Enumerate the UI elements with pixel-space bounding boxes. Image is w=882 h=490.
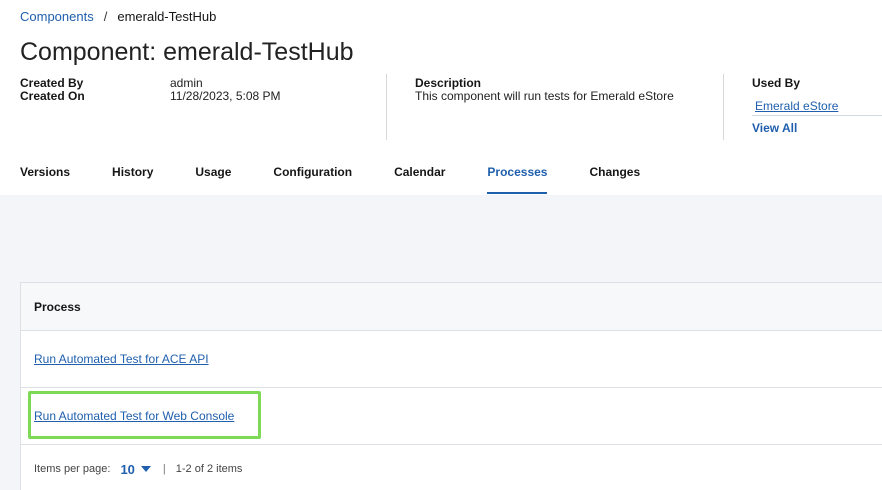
meta-divider [723,74,724,140]
breadcrumb-components-link[interactable]: Components [20,9,94,24]
pager-range: 1-2 of 2 items [175,463,243,475]
breadcrumb-current: emerald-TestHub [117,9,217,24]
view-all-link[interactable]: View All [752,122,882,135]
pagination: Items per page: 10 | 1-2 of 2 items [21,445,882,490]
tab-calendar[interactable]: Calendar [394,158,445,194]
pager-separator: | [162,463,166,475]
process-link[interactable]: Run Automated Test for Web Console [34,409,234,423]
process-table: Process Run Automated Test for ACE API R… [20,282,882,490]
tab-usage[interactable]: Usage [195,158,231,194]
meta-used-by: Used By Emerald eStore View All [752,77,882,135]
table-row: Run Automated Test for ACE API [21,331,882,388]
tab-changes[interactable]: Changes [589,158,640,194]
meta-divider [386,74,387,140]
table-row: Run Automated Test for Web Console [21,388,882,445]
created-on-value: 11/28/2023, 5:08 PM [170,89,281,103]
page-title: Component: emerald-TestHub [20,38,354,66]
used-by-link[interactable]: Emerald eStore [752,98,882,116]
description-value: This component will run tests for Emeral… [415,89,674,103]
table-header-process: Process [21,283,882,331]
breadcrumb-separator: / [103,9,108,24]
used-by-label: Used By [752,76,801,90]
caret-down-icon [140,466,151,472]
created-on-label: Created On [20,89,85,103]
tab-bar: Versions History Usage Configuration Cal… [20,158,682,194]
meta-description: Description This component will run test… [415,77,685,103]
tab-processes[interactable]: Processes [487,158,548,194]
tab-versions[interactable]: Versions [20,158,70,194]
meta-created: Created By admin Created On 11/28/2023, … [20,77,281,103]
items-per-page-select[interactable]: 10 [120,461,151,477]
process-link[interactable]: Run Automated Test for ACE API [34,352,209,366]
tab-history[interactable]: History [112,158,153,194]
breadcrumb: Components / emerald-TestHub [20,9,216,24]
items-per-page-label: Items per page: [34,463,111,475]
items-per-page-value: 10 [120,461,135,477]
tab-configuration[interactable]: Configuration [273,158,352,194]
